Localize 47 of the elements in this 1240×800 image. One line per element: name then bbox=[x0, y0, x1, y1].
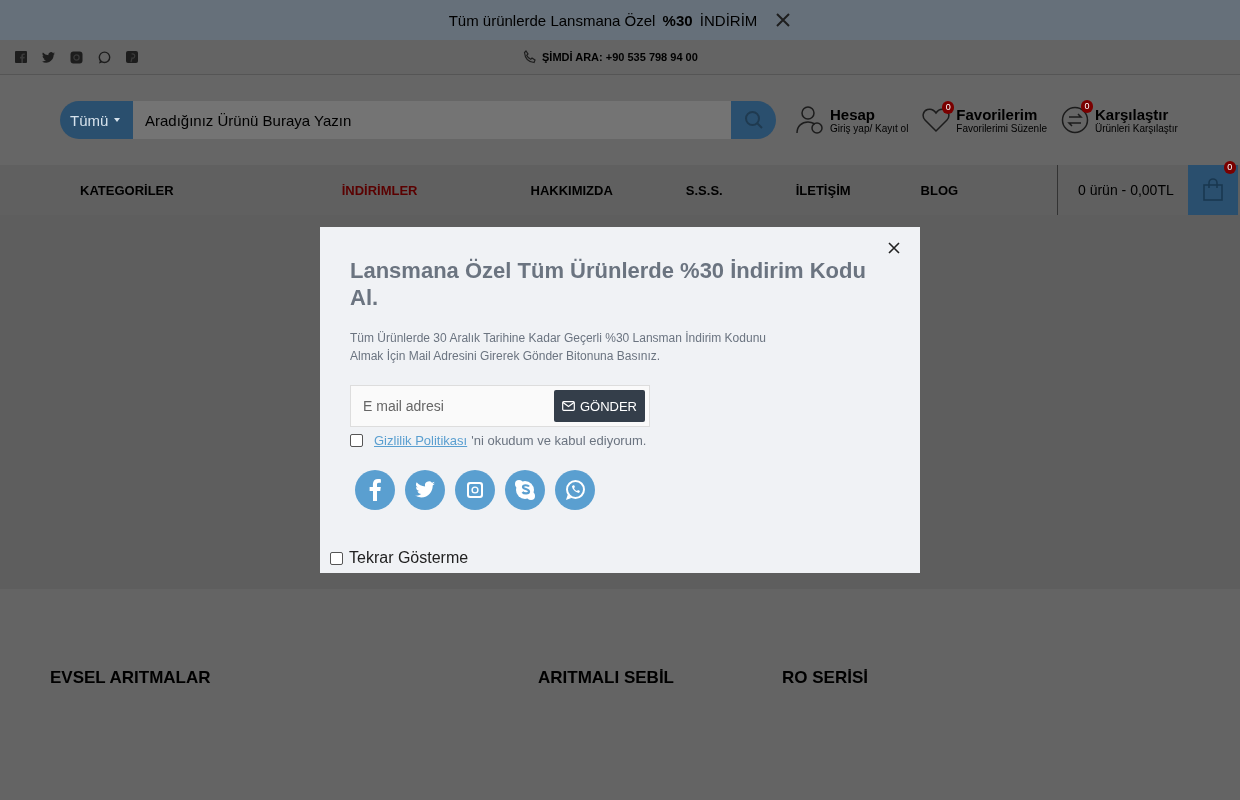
whatsapp-icon[interactable] bbox=[555, 470, 595, 510]
skype-icon[interactable] bbox=[505, 470, 545, 510]
search-button[interactable] bbox=[731, 101, 776, 139]
cart-summary[interactable]: 0 ürün - 0,00TL bbox=[1058, 182, 1188, 198]
header-link-subtitle: Ürünleri Karşılaştır bbox=[1094, 123, 1178, 134]
whatsapp-icon[interactable] bbox=[98, 50, 111, 64]
send-button[interactable]: GÖNDER bbox=[553, 390, 645, 422]
count-badge: 0 bbox=[942, 101, 955, 114]
facebook-icon[interactable] bbox=[355, 470, 395, 510]
dont-show-checkbox[interactable] bbox=[330, 551, 343, 565]
popup-title: Lansmana Özel Tüm Ürünlerde %30 İndirim Kodu Al. bbox=[350, 257, 867, 311]
privacy-policy-link[interactable]: Gizlilik Politikası bbox=[374, 433, 468, 448]
nav-link[interactable]: KATEGORİLER bbox=[80, 182, 174, 198]
popup-description: Tüm Ürünlerde 30 Aralık Tarihine Kadar Geçerli %30 Lansman İndirim Kodunu Almak İçin Mail Adresini Girerek Gönder Bitonuna Basınız. bbox=[350, 330, 767, 365]
header-link-title[interactable]: Favorilerim bbox=[956, 106, 1047, 123]
nav-link[interactable]: İLETİŞİM bbox=[795, 182, 851, 198]
nav-link[interactable]: HAKKIMIZDA bbox=[530, 182, 613, 198]
privacy-checkbox[interactable] bbox=[350, 434, 363, 447]
category-dropdown[interactable]: Tümü bbox=[60, 101, 133, 139]
count-badge: 0 bbox=[1080, 100, 1093, 113]
nav-link[interactable]: S.S.S. bbox=[685, 182, 723, 198]
instagram-icon[interactable] bbox=[70, 50, 83, 64]
header-link-subtitle: Giriş yap/ Kayıt ol bbox=[830, 123, 909, 134]
nav-link[interactable]: BLOG bbox=[920, 182, 959, 198]
twitter-icon[interactable] bbox=[405, 470, 445, 510]
header-link-title[interactable]: Karşılaştır bbox=[1094, 106, 1178, 123]
dont-show-label[interactable]: Tekrar Gösterme bbox=[349, 549, 469, 567]
instagram-icon[interactable] bbox=[455, 470, 495, 510]
twitter-icon[interactable] bbox=[42, 51, 55, 63]
user-icon[interactable] bbox=[796, 105, 824, 135]
close-icon[interactable] bbox=[888, 242, 900, 254]
announcement-text: Tüm ürünlerde Lansmana Özel %30 İNDİRİM bbox=[448, 11, 758, 29]
phone-icon bbox=[523, 50, 537, 64]
header-link-subtitle: Favorilerimi Süzenle bbox=[956, 123, 1047, 134]
envelope-icon bbox=[561, 401, 575, 411]
privacy-consent-text: 'ni okudum ve kabul ediyorum. bbox=[471, 433, 647, 448]
search-field[interactable]: Aradığınız Ürünü Buraya Yazın bbox=[133, 101, 731, 139]
nav-link[interactable]: İNDİRİMLER bbox=[341, 182, 418, 198]
shopping-bag-icon bbox=[1201, 178, 1224, 202]
search-icon bbox=[743, 110, 764, 130]
phone-number[interactable]: ŞİMDİ ARA: +90 535 798 94 00 bbox=[542, 51, 698, 63]
caret-icon bbox=[114, 118, 121, 122]
header-link-title[interactable]: Hesap bbox=[830, 106, 909, 123]
footer-heading: EVSEL ARITMALAR bbox=[50, 668, 211, 687]
footer-heading: ARITMALI SEBİL bbox=[538, 668, 674, 687]
cart-button[interactable] bbox=[1187, 165, 1238, 215]
footer-heading: RO SERİSİ bbox=[782, 668, 868, 687]
